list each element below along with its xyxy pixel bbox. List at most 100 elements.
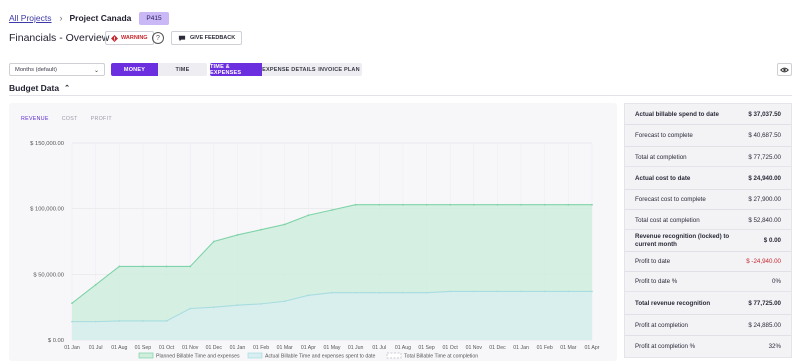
budget-data-header[interactable]: Budget Data ⌃: [9, 83, 70, 93]
x-tick-label: 01 Nov: [182, 345, 199, 351]
data-point: [402, 291, 404, 294]
data-point: [212, 306, 215, 309]
summary-row: Actual billable spend to date $ 37,037.50: [625, 104, 791, 124]
x-tick-label: 01 Sep: [418, 345, 435, 351]
data-point: [543, 203, 546, 206]
summary-label: Revenue recognition (locked) to current …: [635, 232, 730, 248]
summary-label: Actual billable spend to date: [635, 110, 719, 118]
warning-button[interactable]: WARNING: [105, 31, 154, 45]
x-tick-label: 01 Jan: [230, 345, 246, 351]
chart-tab-cost[interactable]: COST: [62, 116, 78, 122]
data-point: [378, 203, 381, 206]
data-point: [520, 203, 522, 206]
y-tick-label: $ 100,000.00: [30, 207, 64, 213]
chat-icon: [178, 35, 186, 41]
tab-time-expenses[interactable]: TIME & EXPENSES: [210, 63, 262, 76]
visibility-button[interactable]: [777, 63, 792, 76]
legend-swatch: [386, 352, 402, 359]
page-title: Financials - Overview: [9, 32, 110, 44]
summary-row: Profit to date $ -24,940.00: [625, 251, 791, 271]
summary-row: Actual cost to date $ 24,940.00: [625, 167, 791, 189]
summary-value: $ 52,840.00: [748, 217, 781, 224]
data-point: [71, 320, 73, 323]
breadcrumb: All Projects › Project Canada P415: [9, 10, 169, 26]
data-point: [591, 203, 593, 206]
data-point: [472, 203, 475, 206]
data-point: [118, 265, 121, 268]
y-tick-label: $ 50,000.00: [33, 272, 64, 278]
x-tick-label: 01 Dec: [206, 345, 223, 351]
x-tick-label: 01 Mar: [277, 345, 293, 351]
period-select[interactable]: Months (default) ⌄: [9, 63, 105, 76]
data-point: [260, 228, 262, 231]
x-tick-label: 01 Aug: [111, 345, 127, 351]
x-tick-label: 01 Oct: [443, 345, 459, 351]
warning-icon: [111, 34, 118, 42]
spend-card: Actual billable spend to date $ 37,037.50…: [624, 103, 792, 169]
chevron-up-icon: ⌃: [64, 85, 70, 92]
all-projects-link[interactable]: All Projects: [9, 13, 52, 23]
x-tick-label: 01 Jan: [513, 345, 529, 351]
summary-row: Forecast cost to complete $ 27,900.00: [625, 189, 791, 209]
data-point: [142, 265, 144, 268]
legend-swatch: [247, 352, 263, 359]
data-point: [118, 320, 121, 322]
data-point: [591, 290, 593, 293]
chart-tab-profit[interactable]: PROFIT: [91, 116, 112, 122]
chart-tab-revenue[interactable]: REVENUE: [21, 116, 49, 122]
x-tick-label: 01 Sep: [135, 345, 152, 351]
summary-label: Forecast to complete: [635, 132, 693, 139]
data-point: [236, 234, 239, 236]
cost-card: Actual cost to date $ 24,940.00 Forecast …: [624, 166, 792, 232]
summary-label: Total at completion: [635, 154, 687, 161]
data-point: [520, 290, 522, 293]
summary-value: $ 40,687.50: [748, 132, 781, 139]
x-tick-label: 01 Feb: [537, 345, 553, 351]
data-point: [71, 302, 73, 305]
data-point: [378, 291, 381, 294]
give-feedback-button[interactable]: GIVE FEEDBACK: [171, 31, 243, 45]
data-point: [354, 291, 357, 294]
period-select-value: Months (default): [15, 66, 57, 73]
summary-label: Actual cost to date: [635, 174, 691, 182]
help-icon[interactable]: ?: [152, 32, 164, 44]
tab-expense-details[interactable]: EXPENSE DETAILS: [262, 63, 316, 76]
summary-label: Profit at completion: [635, 321, 688, 329]
summary-value: $ 37,037.50: [748, 110, 781, 118]
summary-row: Profit to date % 0%: [625, 271, 791, 291]
profit-card: Total revenue recognition $ 77,725.00 Pro…: [624, 291, 792, 358]
summary-row: Total revenue recognition $ 77,725.00: [625, 292, 791, 314]
data-point: [307, 294, 310, 297]
data-point: [94, 283, 97, 286]
divider: [9, 95, 792, 96]
x-tick-label: 01 Mar: [560, 345, 576, 351]
data-point: [449, 203, 452, 206]
summary-row: Profit at completion % 32%: [625, 335, 791, 357]
project-name: Project Canada: [69, 13, 132, 23]
legend-swatch: [138, 352, 154, 359]
summary-value: $ -24,940.00: [746, 258, 781, 265]
y-tick-label: $ 150,000.00: [30, 141, 64, 147]
chevron-right-icon: ›: [59, 13, 63, 23]
x-tick-label: 01 Apr: [585, 345, 600, 351]
summary-label: Profit at completion %: [635, 343, 696, 350]
data-point: [354, 203, 357, 206]
summary-label: Profit to date: [635, 258, 671, 265]
chevron-down-icon: ⌄: [93, 68, 99, 74]
summary-value: $ 0.00: [763, 237, 781, 244]
time-toggle[interactable]: TIME: [158, 63, 207, 76]
data-point: [449, 290, 452, 293]
tab-invoice-plan[interactable]: INVOICE PLAN: [316, 63, 362, 76]
data-point: [472, 290, 475, 293]
x-tick-label: 01 Aug: [395, 345, 411, 351]
x-tick-label: 01 Jul: [89, 345, 103, 351]
summary-label: Forecast cost to complete: [635, 196, 706, 203]
chart-tabs: REVENUE COST PROFIT: [21, 116, 112, 122]
data-point: [402, 203, 404, 206]
data-point: [425, 203, 428, 206]
summary-row: Total cost at completion $ 52,840.00: [625, 209, 791, 231]
data-point: [283, 300, 286, 303]
money-toggle[interactable]: MONEY: [111, 63, 158, 76]
data-point: [331, 291, 333, 294]
eye-icon: [780, 67, 789, 72]
